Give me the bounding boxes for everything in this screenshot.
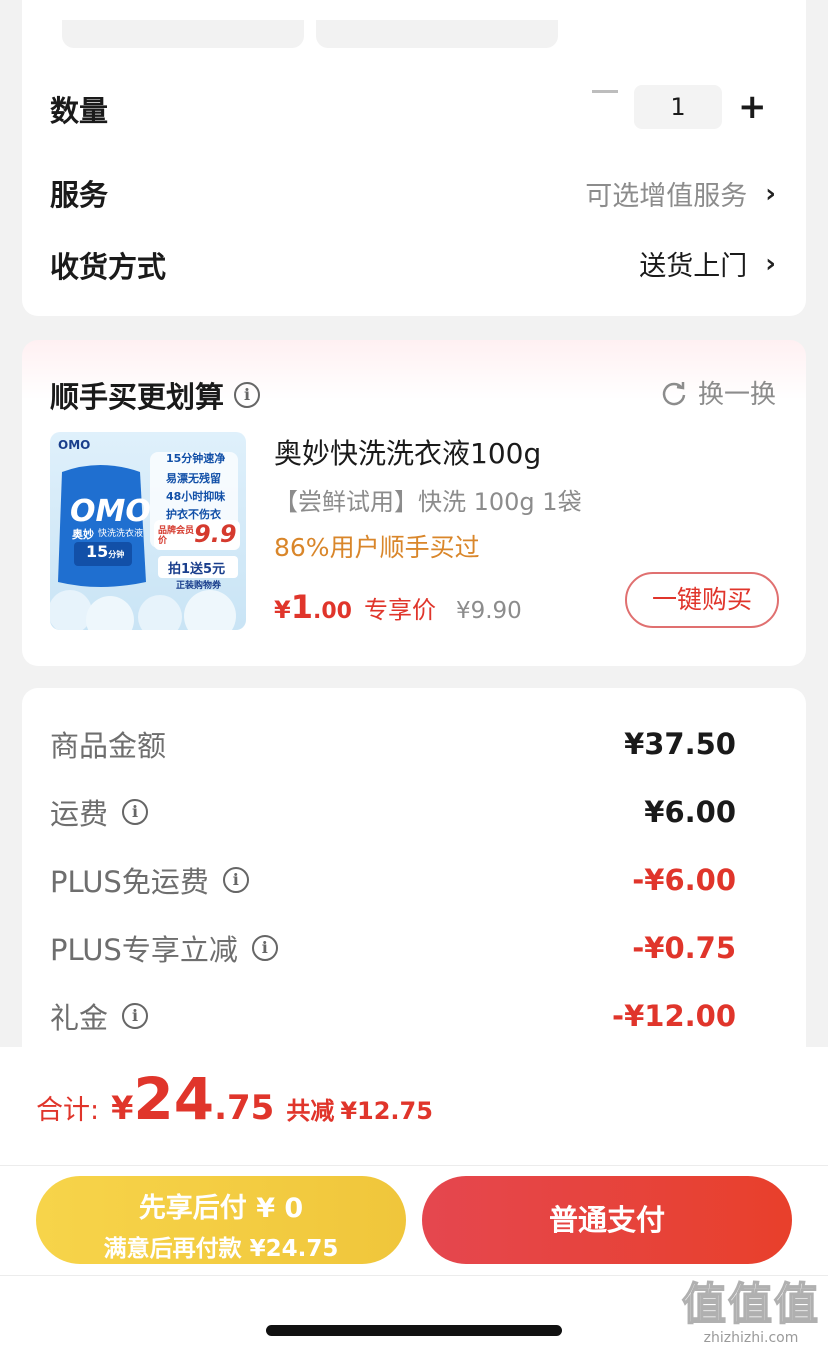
omo-promo-sub: 正装购物券 [176,581,222,591]
summary-value: -¥6.00 [632,863,736,897]
delivery-label: 收货方式 [50,250,167,284]
price-currency: ¥ [274,596,291,624]
watermark-url: zhizhizhi.com [703,1330,799,1346]
quantity-increase-button[interactable]: + [738,85,767,129]
divider [0,1165,828,1166]
addon-title-row: 顺手买更划算 i [50,374,261,416]
summary-label: PLUS专享立减 [50,933,238,967]
product-spec: 【尝鲜试用】快洗 100g 1袋 [274,488,582,516]
omo-brand: OMO [58,438,91,452]
summary-value: ¥6.00 [644,795,736,829]
summary-value: -¥0.75 [632,931,736,965]
omo-bullet-1: 15分钟速净 [166,452,226,465]
total-line: 合计: ¥ 24 .75 共减 ¥12.75 [36,1065,433,1133]
omo-badge-15: 15分钟 [86,542,125,561]
price-decimal: .00 [312,599,352,624]
chevron-right-icon: › [765,248,776,279]
saved-value: ¥12.75 [340,1097,433,1125]
summary-row-shipping: 运费 i ¥6.00 [50,791,736,833]
summary-label: PLUS免运费 [50,865,209,899]
summary-value: -¥12.00 [612,999,736,1033]
total-label: 合计: [36,1095,100,1126]
omo-brand-cn: 奥妙 [72,528,94,541]
refresh-icon [662,381,686,405]
price-integer: 1 [290,588,313,626]
omo-bullet-3: 48小时抑味 [166,490,226,503]
quantity-input[interactable]: 1 [634,85,722,129]
service-label: 服务 [50,178,109,212]
service-value: 可选增值服务 [585,181,748,212]
original-price: ¥9.90 [455,598,522,624]
normal-pay-button[interactable]: 普通支付 [422,1176,792,1264]
delivery-value: 送货上门 [639,251,748,282]
summary-label: 运费 [50,797,109,831]
home-indicator[interactable] [266,1325,562,1336]
watermark-logo: 值值值 zhizhizhi.com [681,1268,820,1346]
summary-label: 商品金额 [50,729,167,763]
addon-card: 顺手买更划算 i 换一换 OMO OMO 奥妙 快洗洗衣液 15分钟 15分钟速… [22,340,806,666]
swap-button[interactable]: 换一换 [660,374,776,411]
swap-label: 换一换 [697,380,776,410]
omo-member-label: 品牌会员价 [158,526,195,546]
info-icon[interactable]: i [234,382,261,408]
summary-row-plus-free-shipping: PLUS免运费 i -¥6.00 [50,859,736,901]
pay-later-title: 先享后付 ¥ 0 [138,1193,304,1224]
omo-product-type: 快洗洗衣液 [98,529,144,539]
price-tag: 专享价 [363,596,436,624]
chevron-right-icon: › [765,178,776,209]
summary-label: 礼金 [50,1001,109,1035]
summary-value: ¥37.50 [624,727,736,761]
omo-big-logo: OMO [70,494,151,529]
variant-option-2[interactable] [316,20,558,48]
omo-bullet-2: 易漂无残留 [166,472,221,485]
total-decimal: .75 [214,1088,275,1128]
delivery-selector[interactable]: 送货上门 › [639,244,776,283]
summary-row-goods: 商品金额 ¥37.50 [50,723,736,765]
info-icon[interactable]: i [122,1003,149,1029]
variant-option-1[interactable] [62,20,304,48]
info-icon[interactable]: i [251,935,278,961]
info-icon[interactable]: i [122,799,149,825]
watermark-logo-text: 值值值 [681,1278,820,1331]
saved-label: 共减 [286,1097,335,1125]
info-icon[interactable]: i [222,867,249,893]
options-card: 数量 1 + 服务 可选增值服务 › 收货方式 送货上门 › [22,0,806,316]
addon-title: 顺手买更划算 [50,380,225,414]
omo-promo: 拍1送5元 [168,562,226,577]
total-currency: ¥ [111,1089,134,1127]
purchase-rate: 86%用户顺手买过 [274,533,480,562]
pay-later-subtitle: 满意后再付款 ¥24.75 [103,1236,339,1262]
quantity-label: 数量 [50,94,109,128]
service-selector[interactable]: 可选增值服务 › [585,174,776,213]
one-click-buy-button[interactable]: 一键购买 [625,572,779,628]
omo-member-price: 9.9 [194,520,237,548]
summary-row-gift-money: 礼金 i -¥12.00 [50,995,736,1037]
total-integer: 24 [133,1065,215,1133]
summary-card: 商品金额 ¥37.50 运费 i ¥6.00 PLUS免运费 i -¥6.00 PL… [22,688,806,1088]
quantity-decrease-button[interactable] [592,90,618,93]
product-name[interactable]: 奥妙快洗洗衣液100g [274,432,541,472]
product-image[interactable]: OMO OMO 奥妙 快洗洗衣液 15分钟 15分钟速净 易漂无残留 48小时抑… [50,432,246,630]
pay-later-button[interactable]: 先享后付 ¥ 0 满意后再付款 ¥24.75 [36,1176,406,1264]
summary-row-plus-discount: PLUS专享立减 i -¥0.75 [50,927,736,969]
product-price: ¥ 1 .00 专享价 ¥9.90 [274,588,522,626]
